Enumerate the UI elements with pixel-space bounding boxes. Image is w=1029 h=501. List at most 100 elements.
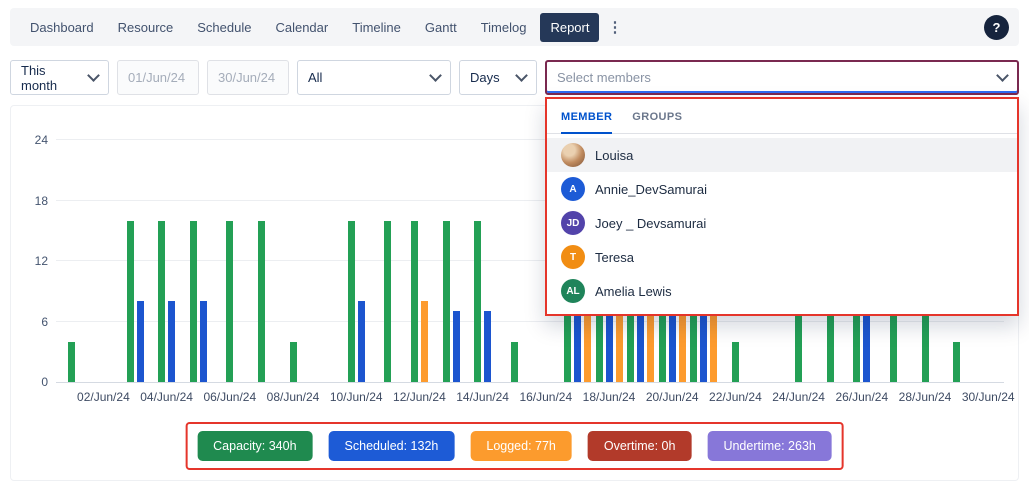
y-tick-6: 6 [16,315,48,329]
legend-logged: Logged: 77h [470,431,572,461]
members-dropdown-panel: MEMBER GROUPS Louisa A Annie_DevSamurai JD Jo… [545,97,1019,316]
member-name: Louisa [595,148,633,163]
unit-value: Days [470,70,500,85]
tab-report[interactable]: Report [540,13,599,42]
member-name: Teresa [595,250,634,265]
chevron-down-icon [87,69,100,82]
legend-scheduled: Scheduled: 132h [329,431,455,461]
y-tick-12: 12 [16,254,48,268]
member-name: Joey _ Devsamurai [595,216,706,231]
member-row-louisa[interactable]: Louisa [547,138,1017,172]
member-row-annie-devsamurai[interactable]: A Annie_DevSamurai [547,172,1017,206]
tab-calendar[interactable]: Calendar [265,13,338,42]
bar-capacity-day5 [190,221,197,382]
legend-highlight-box: Capacity: 340h Scheduled: 132h Logged: 77h… [185,422,844,470]
member-row-amelia-lewis[interactable]: AL Amelia Lewis [547,274,1017,308]
legend-overtime: Overtime: 0h [588,431,692,461]
bar-capacity-day29 [953,342,960,382]
bar-scheduled-day3 [137,301,144,382]
bar-scheduled-day5 [200,301,207,382]
tab-resource[interactable]: Resource [108,13,184,42]
members-tab-member[interactable]: MEMBER [561,111,612,134]
bar-capacity-day10 [348,221,355,382]
y-tick-0: 0 [16,375,48,389]
bar-scheduled-day14 [484,311,491,382]
app-root: DashboardResourceScheduleCalendarTimelin… [0,8,1029,481]
bar-capacity-day15 [511,342,518,382]
date-from-input[interactable]: 01/Jun/24 [117,60,199,95]
bar-capacity-day3 [127,221,134,382]
members-placeholder: Select members [557,70,651,85]
tab-schedule[interactable]: Schedule [187,13,261,42]
members-list: Louisa A Annie_DevSamurai JD Joey _ Devsamur… [547,134,1017,314]
members-panel-tabs: MEMBER GROUPS [547,99,1017,134]
members-select[interactable]: Select members MEMBERGROUPS LouisaAAnnie… [545,60,1019,95]
avatar-initials: A [561,177,585,201]
avatar-initials: JD [561,211,585,235]
filter-bar: This month 01/Jun/24 30/Jun/24 All Days … [10,60,1019,95]
scope-value: All [308,70,322,85]
x-tick-14-jun-24: 14/Jun/24 [456,390,509,404]
bar-capacity-day12 [411,221,418,382]
x-tick-02-jun-24: 02/Jun/24 [77,390,130,404]
chevron-down-icon [429,69,442,82]
legend-capacity: Capacity: 340h [197,431,312,461]
x-tick-24-jun-24: 24/Jun/24 [772,390,825,404]
tab-timelog[interactable]: Timelog [471,13,537,42]
date-from-value: 01/Jun/24 [128,70,185,85]
bar-capacity-day8 [290,342,297,382]
bar-capacity-day4 [158,221,165,382]
member-name: Annie_DevSamurai [595,182,707,197]
bar-capacity-day13 [443,221,450,382]
top-navigation: DashboardResourceScheduleCalendarTimelin… [10,8,1019,46]
x-tick-26-jun-24: 26/Jun/24 [835,390,888,404]
nav-tab-list: DashboardResourceScheduleCalendarTimelin… [20,13,599,42]
x-tick-30-jun-24: 30/Jun/24 [962,390,1015,404]
y-tick-24: 24 [16,133,48,147]
x-tick-18-jun-24: 18/Jun/24 [583,390,636,404]
bar-capacity-day7 [258,221,265,382]
x-tick-12-jun-24: 12/Jun/24 [393,390,446,404]
bar-capacity-day11 [384,221,391,382]
bar-capacity-day6 [226,221,233,382]
bar-scheduled-day10 [358,301,365,382]
bar-logged-day12 [421,301,428,382]
more-options-icon[interactable]: ⋮ [599,14,630,40]
member-name: Amelia Lewis [595,284,672,299]
bar-scheduled-day13 [453,311,460,382]
bar-capacity-day22 [732,342,739,382]
member-row-teresa[interactable]: T Teresa [547,240,1017,274]
bar-capacity-day14 [474,221,481,382]
chevron-down-icon [515,69,528,82]
scope-select[interactable]: All [297,60,451,95]
tab-gantt[interactable]: Gantt [415,13,467,42]
members-tab-groups[interactable]: GROUPS [632,111,682,133]
legend-undertime: Undertime: 263h [707,431,831,461]
bar-scheduled-day4 [168,301,175,382]
x-axis-labels: 02/Jun/2404/Jun/2406/Jun/2408/Jun/2410/J… [56,390,1004,406]
date-to-value: 30/Jun/24 [218,70,275,85]
member-row-joey-devsamurai[interactable]: JD Joey _ Devsamurai [547,206,1017,240]
period-select[interactable]: This month [10,60,109,95]
bar-capacity-day1 [68,342,75,382]
x-tick-20-jun-24: 20/Jun/24 [646,390,699,404]
tab-timeline[interactable]: Timeline [342,13,411,42]
y-tick-18: 18 [16,194,48,208]
date-to-input[interactable]: 30/Jun/24 [207,60,289,95]
chevron-down-icon [996,69,1009,82]
help-button[interactable]: ? [984,15,1009,40]
x-tick-22-jun-24: 22/Jun/24 [709,390,762,404]
tab-dashboard[interactable]: Dashboard [20,13,104,42]
period-value: This month [21,63,81,93]
avatar-initials: T [561,245,585,269]
x-tick-06-jun-24: 06/Jun/24 [203,390,256,404]
x-tick-10-jun-24: 10/Jun/24 [330,390,383,404]
x-tick-08-jun-24: 08/Jun/24 [267,390,320,404]
unit-select[interactable]: Days [459,60,537,95]
x-tick-16-jun-24: 16/Jun/24 [519,390,572,404]
gridline-6 [56,321,1004,322]
chart-legend: Capacity: 340h Scheduled: 132h Logged: 77h… [197,431,832,461]
avatar-photo [561,143,585,167]
avatar-initials: AL [561,279,585,303]
x-tick-28-jun-24: 28/Jun/24 [899,390,952,404]
